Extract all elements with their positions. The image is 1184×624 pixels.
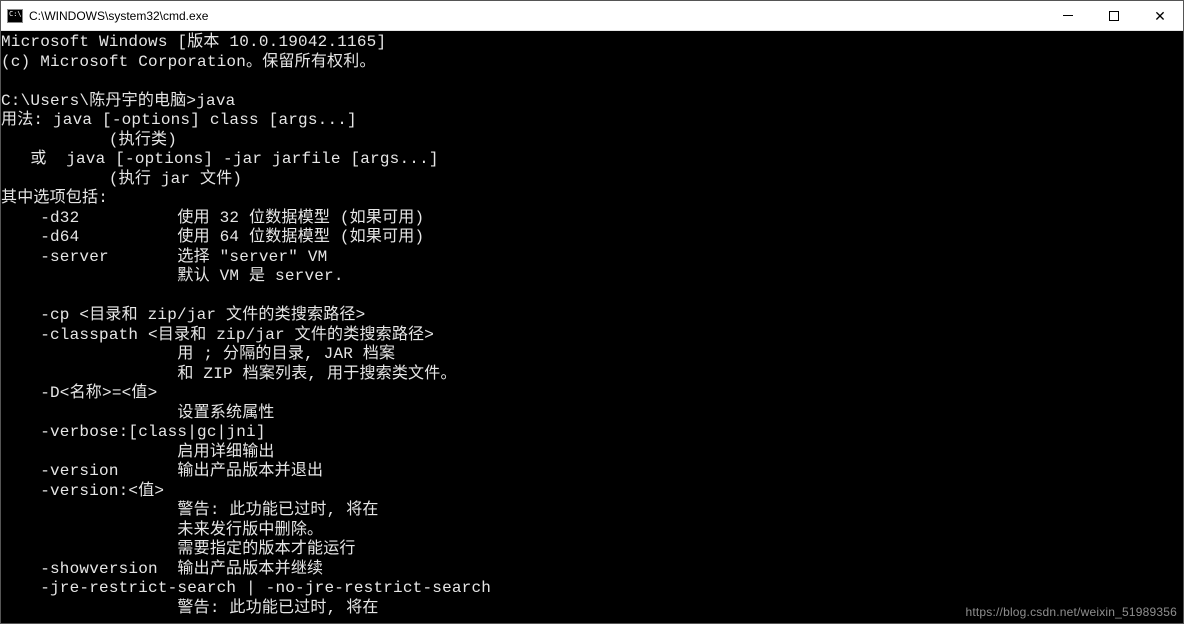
app-window: C:\WINDOWS\system32\cmd.exe ✕ Microsoft … [0, 0, 1184, 624]
close-icon: ✕ [1154, 9, 1166, 23]
minimize-button[interactable] [1045, 1, 1091, 31]
close-button[interactable]: ✕ [1137, 1, 1183, 31]
titlebar[interactable]: C:\WINDOWS\system32\cmd.exe ✕ [1, 1, 1183, 31]
cmd-icon [7, 9, 23, 23]
maximize-button[interactable] [1091, 1, 1137, 31]
watermark-text: https://blog.csdn.net/weixin_51989356 [965, 605, 1177, 619]
window-controls: ✕ [1045, 1, 1183, 31]
window-title: C:\WINDOWS\system32\cmd.exe [29, 9, 1045, 23]
app-icon-wrap [1, 1, 29, 31]
terminal-output[interactable]: Microsoft Windows [版本 10.0.19042.1165] (… [1, 31, 1183, 623]
maximize-icon [1109, 11, 1119, 21]
minimize-icon [1063, 15, 1073, 16]
